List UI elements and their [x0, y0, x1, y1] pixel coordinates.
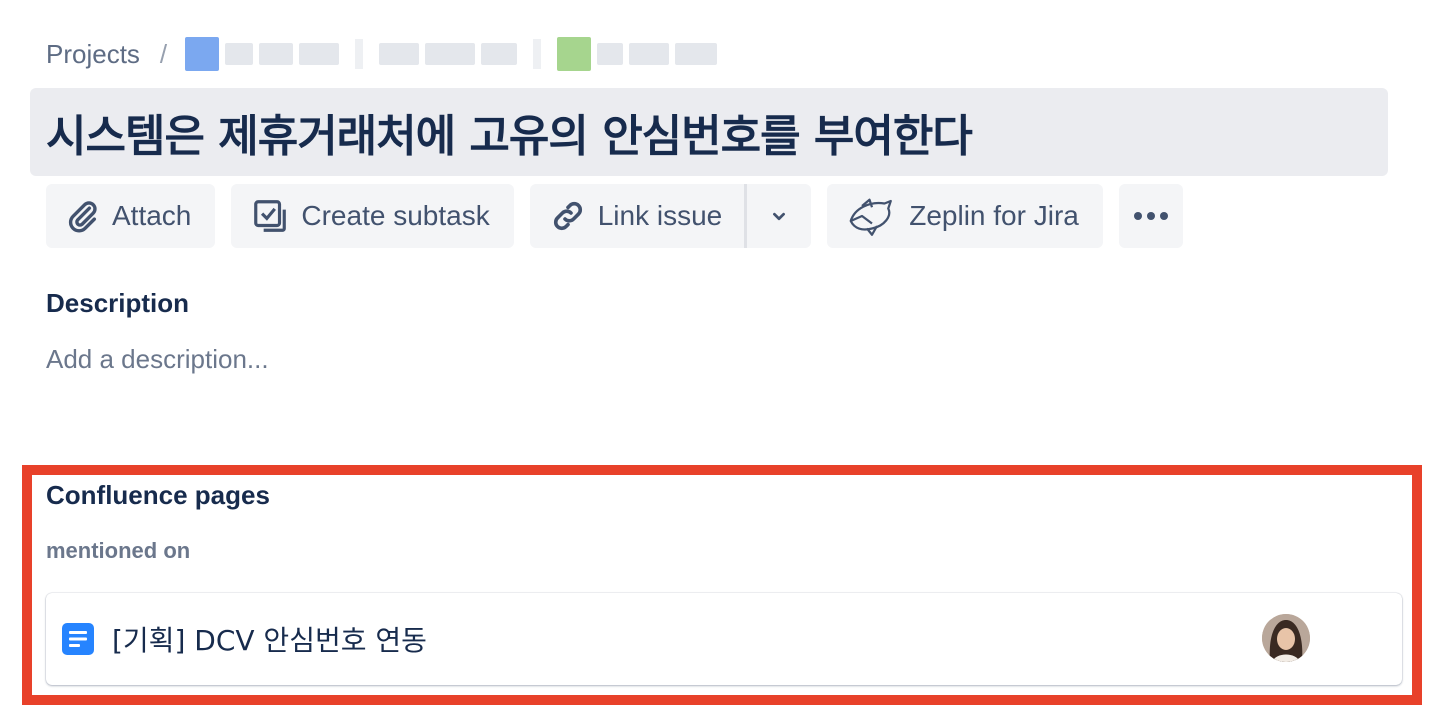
link-issue-button[interactable]: Link issue — [530, 184, 745, 248]
avatar-image — [1262, 614, 1310, 662]
breadcrumb-projects-link[interactable]: Projects — [46, 39, 140, 70]
chevron-down-icon — [773, 212, 786, 221]
avatar[interactable] — [1262, 614, 1310, 662]
issue-toolbar: Attach Create subtask Link issue Zeplin … — [46, 184, 1183, 248]
breadcrumb-separator: / — [159, 38, 168, 69]
link-icon — [553, 202, 582, 230]
project-avatar-icon — [185, 37, 220, 71]
description-heading: Description — [46, 288, 190, 318]
link-issue-label: Link issue — [597, 200, 723, 231]
link-issue-dropdown-button[interactable] — [747, 184, 811, 248]
link-issue-button-group: Link issue — [529, 184, 812, 248]
breadcrumb: Projects / — [46, 34, 718, 74]
description-field[interactable]: Add a description... — [46, 344, 269, 375]
mentioned-on-label: mentioned on — [46, 538, 191, 563]
confluence-page-title: [기획] DCV 안심번호 연동 — [112, 624, 427, 657]
create-subtask-button[interactable]: Create subtask — [231, 184, 514, 248]
zeplin-for-jira-button[interactable]: Zeplin for Jira — [827, 184, 1103, 248]
breadcrumb-redacted-path[interactable] — [185, 37, 718, 71]
issue-type-icon — [557, 37, 592, 71]
zeplin-label: Zeplin for Jira — [909, 200, 1079, 231]
issue-title-field[interactable]: 시스템은 제휴거래처에 고유의 안심번호를 부여한다 — [30, 88, 1388, 176]
confluence-page-card[interactable]: [기획] DCV 안심번호 연동 — [46, 593, 1402, 685]
more-actions-button[interactable] — [1118, 184, 1183, 248]
subtask-icon — [254, 200, 287, 232]
create-subtask-label: Create subtask — [301, 200, 490, 231]
more-horizontal-icon — [1133, 212, 1168, 220]
document-icon — [62, 623, 94, 655]
issue-title: 시스템은 제휴거래처에 고유의 안심번호를 부여한다 — [46, 111, 973, 162]
attach-label: Attach — [112, 200, 192, 231]
zeplin-icon — [849, 198, 893, 236]
confluence-pages-heading: Confluence pages — [46, 480, 270, 510]
attach-button[interactable]: Attach — [46, 184, 216, 248]
issue-view: Projects / 시스템은 제휴거래처에 고유의 안심번호를 부여한다 At… — [0, 0, 1446, 726]
paperclip-icon — [68, 201, 97, 233]
